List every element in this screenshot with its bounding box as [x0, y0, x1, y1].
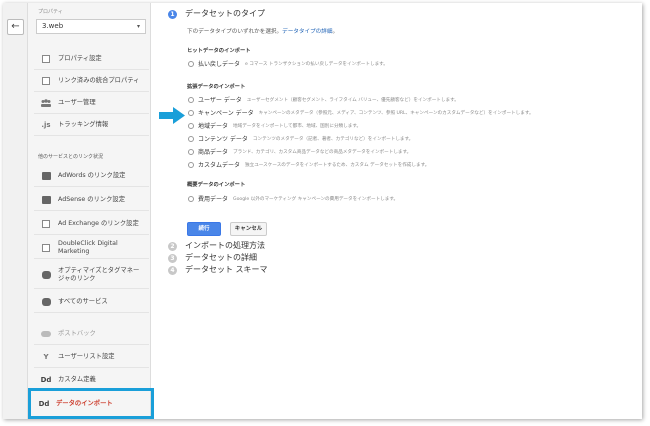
sidebar-item-label: プロパティ設定 [58, 54, 102, 62]
sidebar-item-all-services[interactable]: すべてのサービス [34, 291, 149, 313]
sidebar-item-label: オプティマイズとタグマネー ジャのリンク [58, 266, 140, 282]
step-number-3: 3 [168, 254, 177, 263]
sidebar-item-label: カスタム定義 [58, 375, 96, 383]
pointer-arrow-icon [159, 107, 185, 124]
section-heading-linked-services: 他のサービスとのリンク状況 [38, 154, 103, 160]
radio-button[interactable] [188, 195, 194, 202]
radio-option-campaign-data[interactable]: キャンペーン データ キャンペーンのメタデータ（参照元、メディア、コンテンツ、参… [188, 108, 534, 117]
step-title-dataset-details: データセットの詳細 [185, 253, 257, 262]
sidebar-item-label: トラッキング情報 [58, 120, 109, 128]
step-number-1: 1 [168, 10, 177, 19]
sidebar-item-linked-properties[interactable]: リンク済みの統合プロパティ [34, 70, 149, 92]
tracking-code-icon: .js [41, 120, 51, 129]
radio-button[interactable] [188, 148, 194, 155]
radio-button[interactable] [188, 60, 194, 67]
step-number-4: 4 [168, 266, 177, 275]
cancel-button[interactable]: キャンセル [230, 222, 267, 236]
optimize-link-icon [41, 270, 51, 279]
sidebar-item-label: AdSense のリンク設定 [58, 195, 125, 203]
radio-option-geo-data[interactable]: 地域データ 地域データをインポートして都市、地域、国別に分類します。 [188, 121, 361, 130]
property-label: プロパティ [38, 9, 63, 15]
sidebar-item-user-list[interactable]: Y ユーザーリスト設定 [34, 346, 149, 368]
adwords-icon [41, 171, 51, 180]
dd-icon: Dd [40, 375, 52, 384]
section-heading-extended-data: 拡張データのインポート [187, 84, 246, 90]
radio-option-cost-data[interactable]: 費用データ Google 以外のマーケティング キャンペーンの費用データをインポ… [188, 194, 398, 203]
ad-exchange-icon [41, 219, 51, 228]
section-heading-summary-data: 概要データのインポート [187, 182, 246, 188]
property-value: 3.web [42, 22, 64, 30]
radio-option-refund-data[interactable]: 払い戻しデータ e コマース トランザクションの払い戻しデータをインポートします… [188, 59, 388, 68]
sidebar-item-label: AdWords のリンク設定 [58, 171, 126, 179]
postback-icon [41, 329, 51, 338]
users-icon [41, 98, 51, 107]
sidebar-item-ad-exchange[interactable]: Ad Exchange のリンク設定 [34, 213, 149, 235]
dd-icon: Dd [38, 400, 50, 408]
sidebar-item-property-settings[interactable]: プロパティ設定 [34, 48, 149, 70]
back-column: ← [3, 3, 28, 419]
radio-button[interactable] [188, 161, 194, 168]
radio-option-user-data[interactable]: ユーザー データ ユーザーセグメント（顧客セグメント、ライフタイム バリュー、優… [188, 95, 459, 104]
sidebar-item-label: データのインポート [56, 400, 113, 407]
radio-button[interactable] [188, 135, 194, 142]
sidebar-item-label: ユーザー管理 [58, 98, 96, 106]
step-description: 下のデータタイプのいずれかを選択。データタイプの詳細。 [187, 29, 339, 35]
step-title-import-behavior: インポートの処理方法 [185, 241, 265, 250]
continue-button[interactable]: 続行 [187, 222, 221, 236]
step-title-dataset-schema: データセット スキーマ [185, 265, 268, 274]
adsense-icon [41, 195, 51, 204]
sidebar-item-adwords[interactable]: AdWords のリンク設定 [34, 165, 149, 187]
sidebar-item-optimize-tagmanager[interactable]: オプティマイズとタグマネー ジャのリンク [34, 261, 149, 289]
sidebar-item-label: ユーザーリスト設定 [58, 352, 115, 360]
radio-button[interactable] [188, 96, 194, 103]
linked-property-icon [41, 76, 51, 85]
radio-button[interactable] [188, 122, 194, 129]
sidebar-item-label: ポストバック [58, 329, 96, 337]
sidebar-item-doubleclick[interactable]: DoubleClick Digital Marketing [34, 237, 149, 259]
main-panel: 1 データセットのタイプ 下のデータタイプのいずれかを選択。データタイプの詳細。… [151, 3, 642, 419]
radio-option-product-data[interactable]: 商品データ ブランド、カテゴリ、カスタム商品データなどの商品メタデータをインポー… [188, 147, 411, 156]
data-type-help-link[interactable]: データタイプの詳細 [282, 29, 332, 35]
property-selector[interactable]: 3.web ▾ [36, 19, 146, 34]
radio-button[interactable] [188, 109, 194, 116]
user-list-icon: Y [43, 352, 49, 361]
admin-sidebar: プロパティ 3.web ▾ プロパティ設定 リンク済みの統合プロパティ ユーザー… [28, 3, 154, 419]
back-arrow-icon[interactable]: ← [7, 19, 24, 35]
all-services-icon [41, 297, 51, 306]
step-number-2: 2 [168, 242, 177, 251]
step-title-dataset-type: データセットのタイプ [185, 9, 265, 18]
settings-box-icon [41, 54, 51, 63]
sidebar-item-tracking-info[interactable]: .js トラッキング情報 [34, 114, 149, 136]
sidebar-item-label: Ad Exchange のリンク設定 [58, 219, 139, 227]
sidebar-item-label: リンク済みの統合プロパティ [58, 76, 140, 84]
radio-option-content-data[interactable]: コンテンツ データ コンテンツのメタデータ（記者、著者、カテゴリなど）をインポー… [188, 134, 413, 143]
sidebar-item-label: DoubleClick Digital Marketing [58, 239, 118, 255]
sidebar-item-label: すべてのサービス [58, 297, 108, 305]
sidebar-item-user-management[interactable]: ユーザー管理 [34, 92, 149, 114]
radio-option-custom-data[interactable]: カスタムデータ 独立ユースケースのデータをインポートするため、カスタム データセ… [188, 160, 429, 169]
sidebar-item-data-import[interactable]: Dd データのインポート [32, 393, 147, 415]
section-heading-hit-data: ヒットデータのインポート [187, 48, 251, 54]
chevron-down-icon: ▾ [136, 23, 140, 30]
sidebar-item-adsense[interactable]: AdSense のリンク設定 [34, 189, 149, 211]
doubleclick-icon [41, 243, 51, 252]
sidebar-item-postback[interactable]: ポストバック [34, 323, 149, 345]
app-window: ← プロパティ 3.web ▾ プロパティ設定 リンク済みの統合プロパティ ユー… [3, 3, 642, 419]
